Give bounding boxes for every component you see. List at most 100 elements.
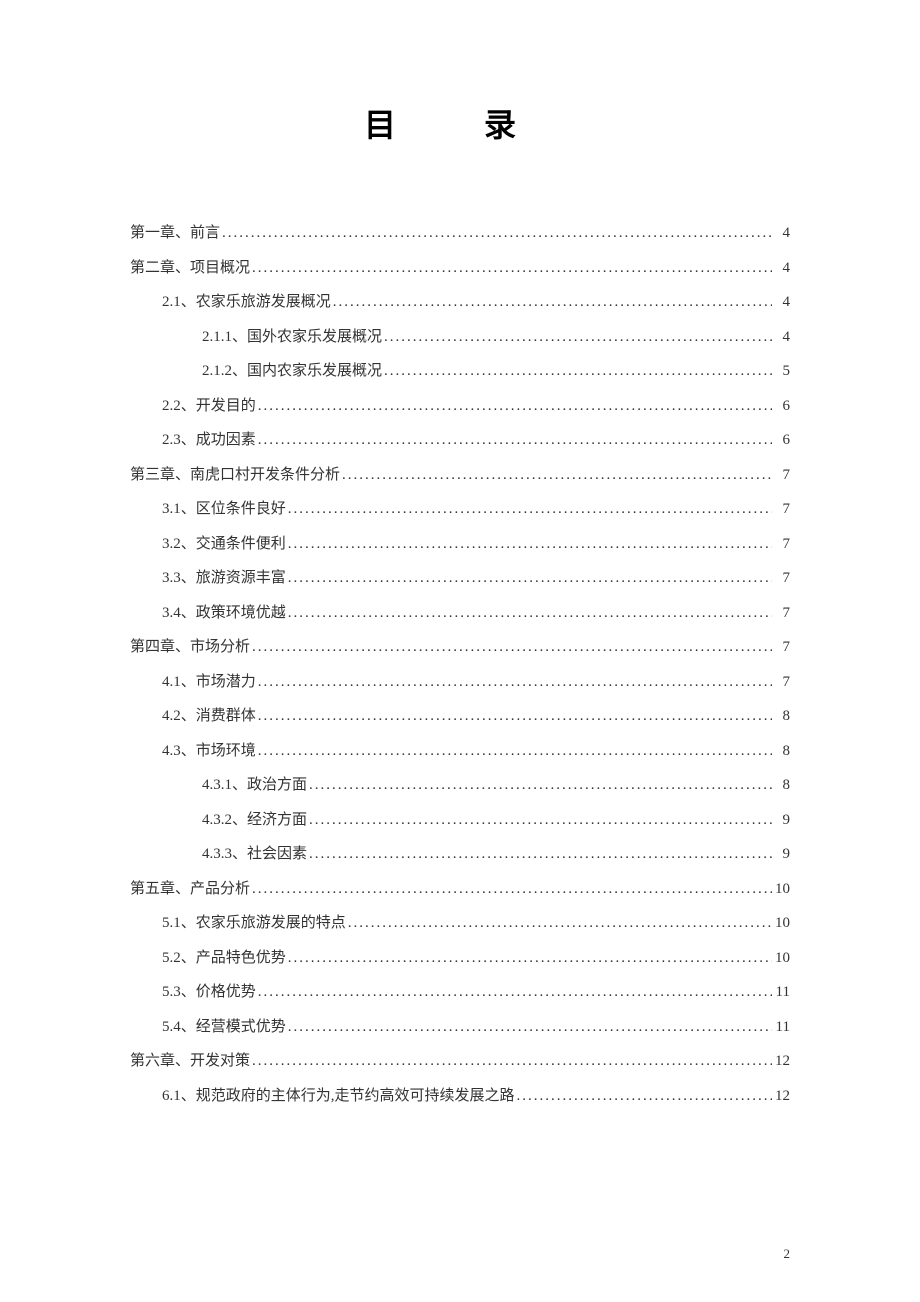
toc-entry: 第二章、项目概况 4: [130, 251, 790, 286]
toc-label: 5.1、农家乐旅游发展的特点: [162, 906, 346, 941]
toc-label: 第四章、市场分析: [130, 630, 250, 665]
toc-page-number: 4: [772, 251, 790, 286]
toc-leader-dots: [307, 768, 772, 803]
toc-label: 4.2、消费群体: [162, 699, 256, 734]
toc-label: 第五章、产品分析: [130, 872, 250, 907]
toc-entry: 5.3、价格优势11: [130, 975, 790, 1010]
toc-leader-dots: [256, 389, 772, 424]
toc-page-number: 7: [772, 630, 790, 665]
toc-page-number: 8: [772, 734, 790, 769]
toc-page-number: 9: [772, 837, 790, 872]
toc-page-number: 7: [772, 561, 790, 596]
toc-label: 第一章、前言: [130, 216, 220, 251]
toc-page-number: 6: [772, 389, 790, 424]
toc-page-number: 7: [772, 596, 790, 631]
toc-entry: 2.1、农家乐旅游发展概况 4: [130, 285, 790, 320]
toc-entry: 4.3.1、政治方面 8: [130, 768, 790, 803]
toc-leader-dots: [340, 458, 772, 493]
toc-entry: 第四章、市场分析 7: [130, 630, 790, 665]
toc-page-number: 4: [772, 285, 790, 320]
toc-label: 第二章、项目概况: [130, 251, 250, 286]
page-title: 目 录: [130, 100, 790, 146]
toc-page-number: 8: [772, 768, 790, 803]
toc-leader-dots: [286, 1010, 772, 1045]
table-of-contents: 第一章、前言4第二章、项目概况42.1、农家乐旅游发展概况42.1.1、国外农家…: [130, 216, 790, 1113]
toc-page-number: 6: [772, 423, 790, 458]
toc-entry: 2.2、开发目的 6: [130, 389, 790, 424]
toc-label: 4.3.3、社会因素: [202, 837, 307, 872]
toc-label: 6.1、规范政府的主体行为,走节约高效可持续发展之路: [162, 1079, 515, 1114]
toc-label: 5.3、价格优势: [162, 975, 256, 1010]
toc-entry: 4.1、市场潜力 7: [130, 665, 790, 700]
toc-page-number: 7: [772, 665, 790, 700]
toc-leader-dots: [307, 837, 772, 872]
toc-label: 第六章、开发对策: [130, 1044, 250, 1079]
toc-label: 4.3、市场环境: [162, 734, 256, 769]
toc-entry: 5.2、产品特色优势10: [130, 941, 790, 976]
toc-leader-dots: [250, 630, 772, 665]
toc-leader-dots: [250, 1044, 772, 1079]
toc-label: 4.1、市场潜力: [162, 665, 256, 700]
toc-leader-dots: [346, 906, 772, 941]
toc-page-number: 7: [772, 458, 790, 493]
toc-leader-dots: [515, 1079, 772, 1114]
toc-leader-dots: [382, 354, 772, 389]
toc-leader-dots: [250, 251, 772, 286]
toc-entry: 第五章、产品分析10: [130, 872, 790, 907]
toc-label: 2.3、成功因素: [162, 423, 256, 458]
toc-leader-dots: [286, 527, 772, 562]
toc-entry: 5.4、经营模式优势 11: [130, 1010, 790, 1045]
toc-page-number: 10: [772, 906, 790, 941]
toc-entry: 3.1、区位条件良好 7: [130, 492, 790, 527]
toc-page-number: 7: [772, 527, 790, 562]
toc-page-number: 4: [772, 320, 790, 355]
toc-entry: 3.2、交通条件便利 7: [130, 527, 790, 562]
toc-leader-dots: [256, 423, 772, 458]
toc-label: 5.2、产品特色优势: [162, 941, 286, 976]
toc-label: 4.3.1、政治方面: [202, 768, 307, 803]
toc-leader-dots: [286, 492, 772, 527]
toc-label: 3.1、区位条件良好: [162, 492, 286, 527]
toc-label: 3.4、政策环境优越: [162, 596, 286, 631]
toc-leader-dots: [250, 872, 772, 907]
toc-page-number: 12: [772, 1079, 790, 1114]
page-number: 2: [784, 1246, 791, 1262]
toc-label: 2.2、开发目的: [162, 389, 256, 424]
toc-leader-dots: [256, 734, 772, 769]
toc-label: 5.4、经营模式优势: [162, 1010, 286, 1045]
toc-page-number: 12: [772, 1044, 790, 1079]
toc-page-number: 7: [772, 492, 790, 527]
toc-label: 3.3、旅游资源丰富: [162, 561, 286, 596]
toc-leader-dots: [286, 941, 772, 976]
toc-leader-dots: [256, 699, 772, 734]
toc-page-number: 8: [772, 699, 790, 734]
toc-entry: 4.3.2、经济方面 9: [130, 803, 790, 838]
toc-leader-dots: [331, 285, 772, 320]
toc-leader-dots: [382, 320, 772, 355]
toc-entry: 4.3.3、社会因素 9: [130, 837, 790, 872]
toc-label: 4.3.2、经济方面: [202, 803, 307, 838]
toc-page-number: 4: [772, 216, 790, 251]
toc-entry: 第三章、南虎口村开发条件分析7: [130, 458, 790, 493]
toc-entry: 2.1.2、国内农家乐发展概况 5: [130, 354, 790, 389]
toc-leader-dots: [220, 216, 772, 251]
toc-label: 2.1.2、国内农家乐发展概况: [202, 354, 382, 389]
toc-leader-dots: [286, 561, 772, 596]
toc-leader-dots: [256, 665, 772, 700]
toc-label: 2.1、农家乐旅游发展概况: [162, 285, 331, 320]
toc-leader-dots: [307, 803, 772, 838]
toc-entry: 2.3、成功因素 6: [130, 423, 790, 458]
toc-entry: 4.3、市场环境 8: [130, 734, 790, 769]
toc-page-number: 11: [772, 1010, 790, 1045]
toc-entry: 4.2、消费群体 8: [130, 699, 790, 734]
toc-entry: 2.1.1、国外农家乐发展概况 4: [130, 320, 790, 355]
toc-label: 2.1.1、国外农家乐发展概况: [202, 320, 382, 355]
toc-entry: 3.4、政策环境优越 7: [130, 596, 790, 631]
toc-entry: 3.3、旅游资源丰富 7: [130, 561, 790, 596]
toc-entry: 5.1、农家乐旅游发展的特点 10: [130, 906, 790, 941]
toc-leader-dots: [256, 975, 772, 1010]
toc-leader-dots: [286, 596, 772, 631]
toc-page-number: 5: [772, 354, 790, 389]
toc-label: 3.2、交通条件便利: [162, 527, 286, 562]
toc-page-number: 9: [772, 803, 790, 838]
